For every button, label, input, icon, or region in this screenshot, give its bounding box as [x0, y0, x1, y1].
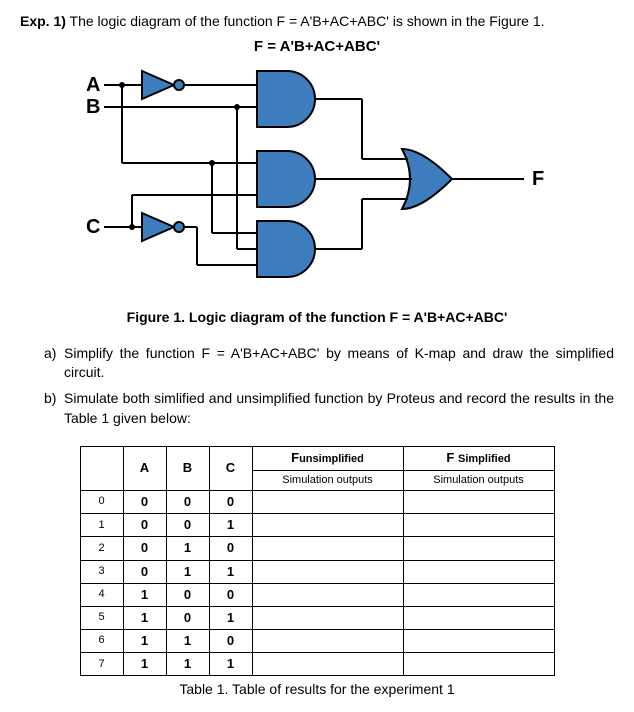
question-a: a) Simplify the function F = A'B+AC+ABC'…: [44, 344, 614, 383]
row-index: 3: [80, 560, 123, 583]
table-row: 5101: [80, 606, 554, 629]
cell-C: 0: [209, 630, 252, 653]
row-index: 5: [80, 606, 123, 629]
and-gate-1: [257, 71, 315, 127]
cell-A: 0: [123, 537, 166, 560]
cell-A: 1: [123, 653, 166, 676]
truth-table: A B C Funsimplified F Simplified Simulat…: [80, 446, 555, 676]
row-index: 6: [80, 630, 123, 653]
label-B: B: [86, 96, 100, 118]
question-a-label: a): [44, 344, 64, 383]
not-gate-A: [142, 71, 184, 99]
cell-out-simplified: [403, 630, 554, 653]
row-index: 2: [80, 537, 123, 560]
label-F: F: [532, 168, 544, 190]
cell-B: 1: [166, 653, 209, 676]
cell-out-simplified: [403, 606, 554, 629]
cell-B: 0: [166, 583, 209, 606]
cell-A: 0: [123, 490, 166, 513]
table-row: 6110: [80, 630, 554, 653]
cell-C: 0: [209, 537, 252, 560]
table-caption: Table 1. Table of results for the experi…: [20, 680, 614, 700]
cell-out-unsimplified: [252, 606, 403, 629]
cell-out-simplified: [403, 537, 554, 560]
function-equation: F = A'B+AC+ABC': [20, 36, 614, 57]
cell-out-unsimplified: [252, 630, 403, 653]
logic-diagram-figure: A B C F: [20, 63, 614, 299]
col-simplified: F Simplified: [403, 447, 554, 470]
and-gate-3: [257, 221, 315, 277]
cell-B: 0: [166, 606, 209, 629]
logic-diagram-svg: A B C F: [82, 63, 552, 293]
cell-A: 1: [123, 630, 166, 653]
label-C: C: [86, 216, 100, 238]
cell-B: 1: [166, 630, 209, 653]
col-B: B: [166, 447, 209, 491]
cell-C: 0: [209, 490, 252, 513]
and-gate-2: [257, 151, 315, 207]
row-index: 7: [80, 653, 123, 676]
cell-A: 1: [123, 606, 166, 629]
row-index: 1: [80, 514, 123, 537]
cell-A: 0: [123, 514, 166, 537]
question-b-label: b): [44, 389, 64, 428]
cell-C: 1: [209, 653, 252, 676]
cell-B: 1: [166, 560, 209, 583]
cell-out-simplified: [403, 583, 554, 606]
table-header-row-1: A B C Funsimplified F Simplified: [80, 447, 554, 470]
question-b-text: Simulate both simlified and unsimplified…: [64, 389, 614, 428]
col-A: A: [123, 447, 166, 491]
row-index: 0: [80, 490, 123, 513]
cell-C: 1: [209, 606, 252, 629]
cell-out-unsimplified: [252, 537, 403, 560]
table-row: 2010: [80, 537, 554, 560]
not-gate-C: [142, 213, 184, 241]
cell-C: 1: [209, 514, 252, 537]
heading-text: The logic diagram of the function F = A'…: [66, 13, 545, 29]
cell-C: 1: [209, 560, 252, 583]
cell-out-simplified: [403, 560, 554, 583]
cell-B: 1: [166, 537, 209, 560]
label-A: A: [86, 74, 100, 96]
table-row: 3011: [80, 560, 554, 583]
cell-out-unsimplified: [252, 560, 403, 583]
col-unsimplified: Funsimplified: [252, 447, 403, 470]
cell-out-unsimplified: [252, 583, 403, 606]
figure-caption: Figure 1. Logic diagram of the function …: [20, 308, 614, 328]
cell-out-simplified: [403, 653, 554, 676]
problem-heading: Exp. 1) The logic diagram of the functio…: [20, 12, 614, 32]
subhead-unsimplified: Simulation outputs: [252, 470, 403, 490]
cell-C: 0: [209, 583, 252, 606]
table-row: 4100: [80, 583, 554, 606]
subhead-simplified: Simulation outputs: [403, 470, 554, 490]
heading-prefix: Exp. 1): [20, 13, 66, 29]
table-row: 7111: [80, 653, 554, 676]
cell-out-unsimplified: [252, 490, 403, 513]
cell-out-unsimplified: [252, 653, 403, 676]
col-C: C: [209, 447, 252, 491]
question-b: b) Simulate both simlified and unsimplif…: [44, 389, 614, 428]
cell-out-simplified: [403, 490, 554, 513]
row-index: 4: [80, 583, 123, 606]
cell-A: 0: [123, 560, 166, 583]
cell-B: 0: [166, 514, 209, 537]
table-row: 0000: [80, 490, 554, 513]
cell-out-unsimplified: [252, 514, 403, 537]
question-list: a) Simplify the function F = A'B+AC+ABC'…: [44, 344, 614, 428]
cell-B: 0: [166, 490, 209, 513]
cell-A: 1: [123, 583, 166, 606]
cell-out-simplified: [403, 514, 554, 537]
question-a-text: Simplify the function F = A'B+AC+ABC' by…: [64, 344, 614, 383]
table-row: 1001: [80, 514, 554, 537]
